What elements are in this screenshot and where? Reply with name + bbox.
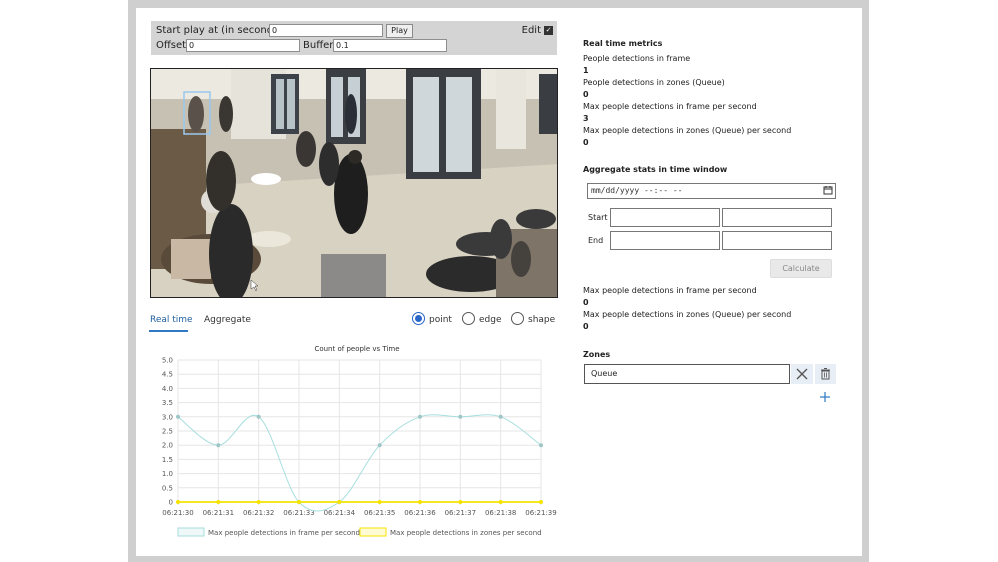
data-point bbox=[216, 443, 221, 448]
end-date-field[interactable] bbox=[610, 231, 720, 250]
video-frame[interactable] bbox=[150, 68, 558, 298]
start-row-label: Start bbox=[588, 213, 608, 222]
legend-label: Max people detections in zones per secon… bbox=[390, 529, 542, 537]
y-tick-label: 0.5 bbox=[162, 484, 173, 492]
x-tick-label: 06:21:37 bbox=[445, 509, 476, 517]
playback-controls: Start play at (in seconds) 0 Play Edit ✓… bbox=[151, 21, 557, 55]
metric-value: 0 bbox=[583, 90, 589, 99]
people-count-chart: Count of people vs Time 0 0.5 1.0 1.5 2.0 2.5… bbox=[150, 340, 560, 545]
metric-value: 1 bbox=[583, 66, 589, 75]
data-point bbox=[539, 500, 543, 504]
aggregate-title: Aggregate stats in time window bbox=[583, 165, 728, 174]
metric-label: Max people detections in zones (Queue) p… bbox=[583, 126, 792, 135]
chart-title: Count of people vs Time bbox=[314, 345, 399, 353]
metric-label: People detections in frame bbox=[583, 54, 691, 63]
y-tick-label: 5.0 bbox=[162, 357, 173, 365]
edit-label: Edit bbox=[521, 25, 541, 36]
data-point bbox=[498, 414, 503, 419]
radio-point-label: point bbox=[429, 315, 452, 325]
offset-label: Offset bbox=[156, 40, 187, 51]
radio-shape-label: shape bbox=[528, 315, 556, 325]
chart-canvas: Count of people vs Time 0 0.5 1.0 1.5 2.0 2.5… bbox=[162, 345, 557, 537]
play-button[interactable]: Play bbox=[386, 24, 413, 38]
data-point bbox=[418, 414, 422, 419]
radio-point[interactable] bbox=[412, 312, 425, 325]
legend-swatch[interactable] bbox=[359, 527, 387, 537]
aggregate-result-label: Max people detections in zones (Queue) p… bbox=[583, 310, 792, 319]
y-tick-label: 0 bbox=[169, 499, 173, 507]
x-tick-label: 06:21:35 bbox=[364, 509, 395, 517]
x-tick-label: 06:21:32 bbox=[243, 509, 274, 517]
data-point bbox=[256, 414, 261, 419]
close-icon[interactable] bbox=[791, 364, 813, 384]
data-point bbox=[539, 443, 543, 448]
start-input[interactable]: 0 bbox=[269, 24, 383, 37]
buffer-label: Buffer bbox=[303, 40, 334, 51]
y-tick-label: 2.5 bbox=[162, 428, 173, 436]
y-tick-label: 4.5 bbox=[162, 371, 173, 379]
data-point bbox=[256, 500, 261, 504]
camera-image bbox=[151, 69, 557, 297]
zones-title: Zones bbox=[583, 350, 611, 359]
metric-label: People detections in zones (Queue) bbox=[583, 78, 725, 87]
buffer-input[interactable]: 0.1 bbox=[333, 39, 447, 52]
offset-input[interactable]: 0 bbox=[186, 39, 300, 52]
legend-swatch[interactable] bbox=[177, 527, 205, 537]
metric-value: 3 bbox=[583, 114, 589, 123]
trash-icon[interactable] bbox=[815, 364, 836, 384]
legend-label: Max people detections in frame per secon… bbox=[208, 529, 360, 537]
start-time-field[interactable] bbox=[722, 208, 832, 227]
start-date-field[interactable] bbox=[610, 208, 720, 227]
aggregate-result-label: Max people detections in frame per secon… bbox=[583, 286, 757, 295]
data-point bbox=[176, 500, 180, 504]
x-tick-label: 06:21:30 bbox=[162, 509, 193, 517]
aggregate-result-value: 0 bbox=[583, 322, 589, 331]
series-line bbox=[177, 414, 542, 512]
data-point bbox=[498, 500, 503, 504]
metric-value: 0 bbox=[583, 138, 589, 147]
data-point bbox=[216, 500, 221, 504]
datetime-input[interactable]: mm/dd/yyyy --:-- -- bbox=[587, 183, 836, 199]
realtime-metrics-title: Real time metrics bbox=[583, 39, 663, 48]
data-point bbox=[176, 414, 180, 419]
radio-edge-label: edge bbox=[479, 315, 502, 325]
y-tick-label: 2.0 bbox=[162, 442, 173, 450]
y-tick-label: 4.0 bbox=[162, 385, 173, 393]
end-row-label: End bbox=[588, 236, 604, 245]
x-tick-label: 06:21:34 bbox=[324, 509, 356, 517]
x-tick-label: 06:21:31 bbox=[203, 509, 234, 517]
data-point bbox=[337, 500, 342, 504]
aggregate-result-value: 0 bbox=[583, 298, 589, 307]
calendar-icon[interactable] bbox=[823, 185, 833, 195]
radio-shape[interactable] bbox=[511, 312, 524, 325]
tab-aggregate[interactable]: Aggregate bbox=[204, 314, 251, 326]
data-point bbox=[458, 414, 463, 419]
x-tick-label: 06:21:33 bbox=[283, 509, 314, 517]
end-time-field[interactable] bbox=[722, 231, 832, 250]
x-tick-label: 06:21:36 bbox=[404, 509, 436, 517]
radio-edge[interactable] bbox=[462, 312, 475, 325]
start-label: Start play at (in seconds) bbox=[156, 25, 283, 36]
y-tick-label: 3.0 bbox=[162, 413, 173, 421]
y-tick-label: 1.5 bbox=[162, 456, 173, 464]
data-point bbox=[458, 500, 463, 504]
x-tick-label: 06:21:38 bbox=[485, 509, 516, 517]
zone-name-input[interactable]: Queue bbox=[584, 364, 790, 384]
x-tick-label: 06:21:39 bbox=[525, 509, 556, 517]
edit-checkbox[interactable]: ✓ bbox=[544, 26, 553, 35]
data-point bbox=[377, 500, 382, 504]
data-point bbox=[377, 443, 382, 448]
tab-realtime[interactable]: Real time bbox=[150, 314, 193, 326]
data-point bbox=[418, 500, 422, 504]
calculate-button[interactable]: Calculate bbox=[770, 259, 832, 278]
tab-active-indicator bbox=[149, 330, 188, 332]
data-point bbox=[297, 500, 301, 504]
y-tick-label: 1.0 bbox=[162, 470, 173, 478]
metric-label: Max people detections in frame per secon… bbox=[583, 102, 757, 111]
y-tick-label: 3.5 bbox=[162, 399, 173, 407]
plus-icon[interactable] bbox=[819, 391, 831, 403]
